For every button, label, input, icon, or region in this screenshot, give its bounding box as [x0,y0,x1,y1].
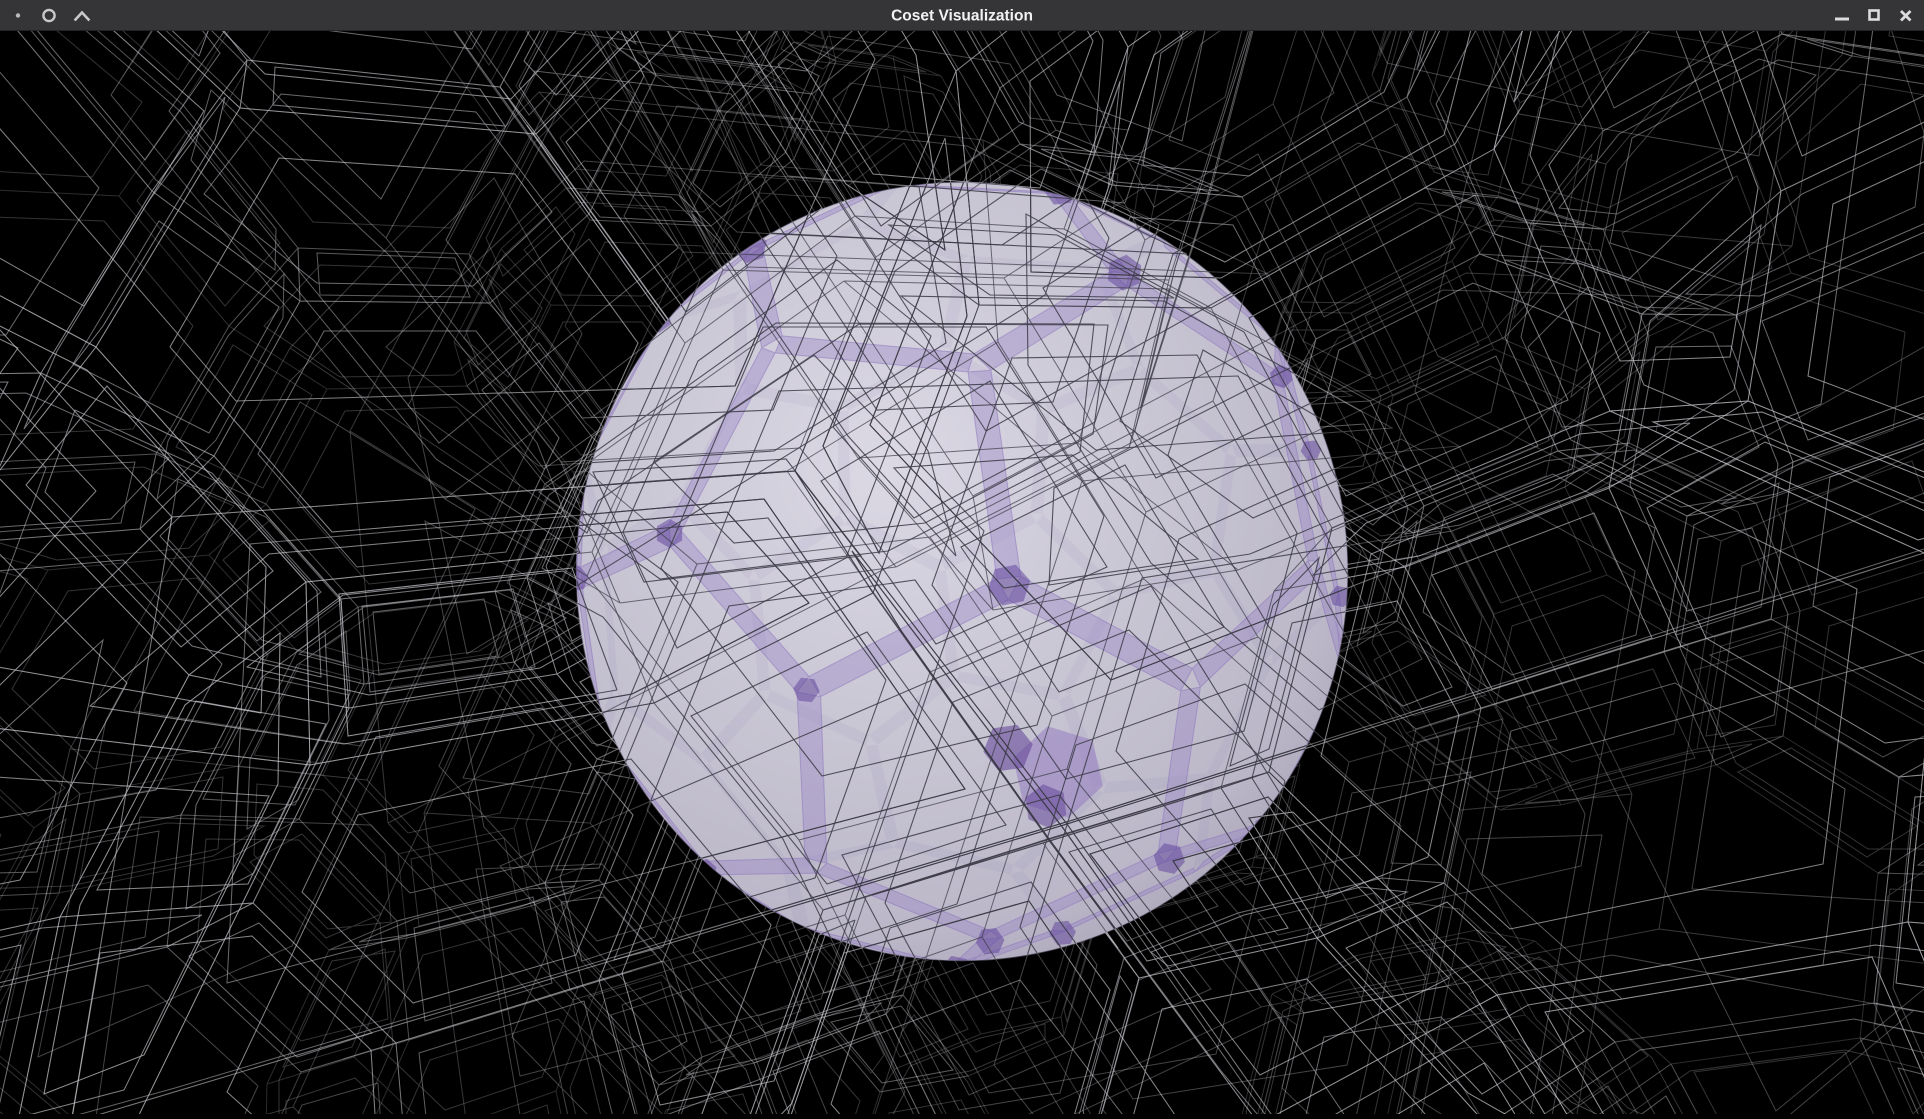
svg-text:Coset Visualization: Coset Visualization [891,8,1033,25]
